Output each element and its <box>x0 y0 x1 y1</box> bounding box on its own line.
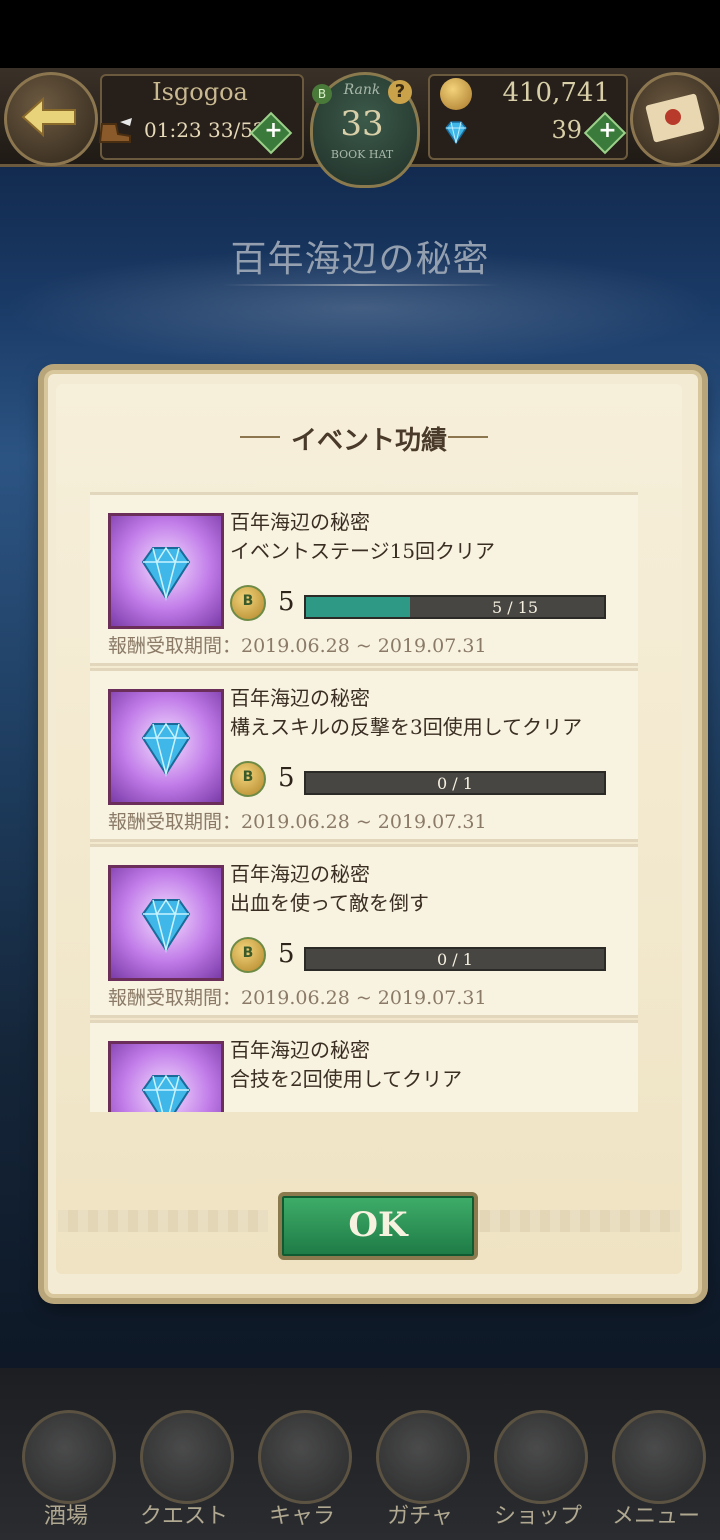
ok-ornament-right <box>470 1210 680 1232</box>
mail-button[interactable] <box>630 72 720 166</box>
achievement-title: 百年海辺の秘密 <box>230 686 370 710</box>
title-divider <box>222 284 500 286</box>
progress-bar: 5 / 15 <box>304 595 606 619</box>
plus-icon: + <box>264 118 283 144</box>
stamina-readout: 01:23 33/52 <box>144 118 266 142</box>
gem-icon <box>445 121 467 145</box>
wax-seal-icon <box>665 109 681 125</box>
achievement-description: 出血を使って敵を倒す <box>230 891 429 915</box>
event-title: 百年海辺の秘密 <box>230 239 490 280</box>
nav-label: クエスト <box>139 1504 228 1529</box>
achievement-title: 百年海辺の秘密 <box>230 510 370 534</box>
b-rank-icon: B <box>312 84 332 104</box>
achievement-item: 百年海辺の秘密 構えスキルの反撃を3回使用してクリア B 5 0 / 1 報酬受… <box>90 668 638 842</box>
reward-period: 報酬受取期間：2019.06.28 ~ 2019.07.31 <box>108 987 487 1009</box>
rank-subtitle: BOOK HAT <box>330 148 394 161</box>
reward-period: 報酬受取期間：2019.06.28 ~ 2019.07.31 <box>108 635 487 657</box>
gem-icon <box>141 546 191 601</box>
gear-icon <box>612 1410 706 1504</box>
medal-icon: B <box>230 585 266 621</box>
progress-text: 0 / 1 <box>437 950 473 969</box>
nav-tavern[interactable]: 酒場 <box>10 1410 122 1534</box>
rank-value: 33 <box>340 104 384 144</box>
nav-menu[interactable]: メニュー <box>600 1410 712 1534</box>
reward-thumbnail <box>108 513 224 629</box>
nav-label: ショップ <box>493 1504 582 1529</box>
gold-coin-icon <box>440 78 472 110</box>
crystal-icon <box>376 1410 470 1504</box>
medal-icon: B <box>230 937 266 973</box>
nav-label: メニュー <box>611 1504 700 1529</box>
gold-amount: 410,741 <box>502 78 610 108</box>
achievement-list[interactable]: 百年海辺の秘密 イベントステージ15回クリア B 5 5 / 15 報酬受取期間… <box>90 492 638 1112</box>
ok-ornament-left <box>58 1210 268 1232</box>
plus-icon: + <box>598 118 617 144</box>
helmet-icon <box>258 1410 352 1504</box>
nav-label: 酒場 <box>43 1504 88 1529</box>
nav-label: キャラ <box>268 1504 335 1529</box>
achievement-description: イベントステージ15回クリア <box>230 539 496 563</box>
achievement-item: 百年海辺の秘密 出血を使って敵を倒す B 5 0 / 1 報酬受取期間：2019… <box>90 844 638 1018</box>
reward-period: 報酬受取期間：2019.06.28 ~ 2019.07.31 <box>108 811 487 833</box>
nav-label: ガチャ <box>387 1504 453 1529</box>
player-name: Isgogoa <box>152 78 248 106</box>
achievement-title: 百年海辺の秘密 <box>230 862 370 886</box>
medal-icon: B <box>230 761 266 797</box>
achievement-item: 百年海辺の秘密 合技を2回使用してクリア <box>90 1020 638 1112</box>
gem-icon <box>141 898 191 953</box>
ok-button[interactable]: OK <box>278 1192 478 1260</box>
gem-amount: 39 <box>551 116 582 144</box>
shop-sign-icon <box>494 1410 588 1504</box>
gem-icon <box>141 1074 191 1112</box>
progress-bar: 0 / 1 <box>304 771 606 795</box>
progress-bar: 0 / 1 <box>304 947 606 971</box>
tavern-icon <box>22 1410 116 1504</box>
back-arrow-icon <box>21 97 76 137</box>
progress-text: 5 / 15 <box>491 598 539 617</box>
progress-text: 0 / 1 <box>437 774 473 793</box>
achievement-description: 合技を2回使用してクリア <box>230 1067 463 1091</box>
stamina-timer: 01:23 <box>144 118 202 142</box>
reward-amount: 5 <box>278 587 295 617</box>
nav-character[interactable]: キャラ <box>246 1410 358 1534</box>
achievement-title: 百年海辺の秘密 <box>230 1038 370 1062</box>
reward-thumbnail <box>108 865 224 981</box>
achievement-description: 構えスキルの反撃を3回使用してクリア <box>230 715 583 739</box>
dialog-title: イベント功績 <box>290 426 447 456</box>
gem-icon <box>141 722 191 777</box>
back-button[interactable] <box>4 72 98 166</box>
achievement-item: 百年海辺の秘密 イベントステージ15回クリア B 5 5 / 15 報酬受取期間… <box>90 492 638 666</box>
reward-amount: 5 <box>278 763 295 793</box>
nav-gacha[interactable]: ガチャ <box>364 1410 476 1534</box>
boot-icon <box>98 118 132 143</box>
reward-thumbnail <box>108 1041 224 1112</box>
reward-thumbnail <box>108 689 224 805</box>
help-icon[interactable]: ? <box>388 80 412 104</box>
reward-amount: 5 <box>278 939 295 969</box>
nav-quest[interactable]: クエスト <box>128 1410 240 1534</box>
nav-shop[interactable]: ショップ <box>482 1410 594 1534</box>
scroll-icon <box>140 1410 234 1504</box>
